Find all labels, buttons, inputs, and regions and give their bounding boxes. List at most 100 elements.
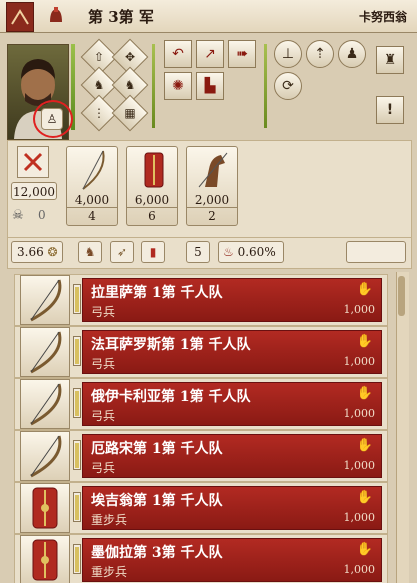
unit-type-count: 2: [208, 209, 216, 223]
scrollbar-thumb[interactable]: [398, 276, 405, 316]
total-men: 12,000: [11, 182, 57, 200]
unit-banner: 拉里萨第 1第 千人队 弓兵 ✋ 1,000: [82, 278, 382, 322]
unit-strength-bar: [73, 284, 81, 314]
unit-strength-bar: [73, 544, 81, 574]
unit-men: 1,000: [343, 511, 376, 524]
bow-icon: [82, 150, 105, 190]
unit-type: 弓兵: [91, 461, 116, 475]
skull-icon: ☠: [12, 208, 24, 223]
death-count: 0: [38, 208, 46, 222]
unit-row[interactable]: 厄路宋第 1第 千人队 弓兵 ✋ 1,000: [14, 430, 388, 482]
unit-banner: 墨伽拉第 3第 千人队 重步兵 ✋ 1,000: [82, 538, 382, 582]
unit-row[interactable]: 俄伊卡利亚第 1第 千人队 弓兵 ✋ 1,000: [14, 378, 388, 430]
shield-icon: [144, 152, 164, 188]
return-icon[interactable]: ↶: [164, 40, 192, 68]
unit-thumbnail: [20, 379, 70, 429]
buff-icon: ♨: [223, 245, 234, 259]
unit-type: 弓兵: [91, 409, 116, 423]
horse-filter-icon[interactable]: ♞: [78, 241, 102, 263]
unit-strength-bar: [73, 388, 81, 418]
unit-name: 墨伽拉第 3第 千人队: [91, 545, 223, 561]
unit-name: 拉里萨第 1第 千人队: [91, 285, 223, 301]
scrollbar[interactable]: [396, 272, 409, 583]
unit-men: 1,000: [343, 563, 376, 576]
shield-filter-icon[interactable]: ▮: [141, 241, 165, 263]
disband-button[interactable]: [17, 146, 49, 178]
run-icon[interactable]: ➠: [228, 40, 256, 68]
separator: [152, 44, 155, 128]
unit-thumbnail: [20, 535, 70, 583]
unit-men: 1,000: [343, 355, 376, 368]
unit-type-men: 2,000: [187, 193, 237, 208]
unit-type-count: 6: [148, 209, 156, 223]
hand-icon: ✋: [356, 438, 373, 453]
unit-type: 重步兵: [91, 513, 128, 527]
group-icon[interactable]: ♟: [338, 40, 366, 68]
general-name: 卡努西翁: [358, 10, 407, 24]
unit-strength-bar: [73, 336, 81, 366]
square-formation-icon[interactable]: ▦: [111, 94, 149, 132]
charge-icon[interactable]: ⇡: [306, 40, 334, 68]
alert-icon[interactable]: !: [376, 96, 404, 124]
unit-type-card-cavalry[interactable]: 2,000 2: [186, 146, 238, 226]
unit-thumbnail: [20, 327, 70, 377]
unit-men: 1,000: [343, 303, 376, 316]
horse-icon: [198, 152, 228, 188]
unit-type-card-archers[interactable]: 4,000 4: [66, 146, 118, 226]
unit-banner: 法耳萨罗斯第 1第 千人队 弓兵 ✋ 1,000: [82, 330, 382, 374]
shield-icon: [21, 539, 69, 583]
unit-type: 重步兵: [91, 565, 128, 579]
unit-strength-bar: [73, 440, 81, 470]
unit-banner: 埃吉翁第 1第 千人队 重步兵 ✋ 1,000: [82, 486, 382, 530]
hand-icon: ✋: [356, 282, 373, 297]
unit-count: 5: [186, 241, 210, 263]
chevron-up-icon: [11, 9, 29, 25]
unit-list[interactable]: 拉里萨第 1第 千人队 弓兵 ✋ 1,000 法耳萨罗斯第 1第 千人队 弓兵 ✋ 1,000…: [14, 272, 392, 583]
hand-icon: ✋: [356, 386, 373, 401]
unit-thumbnail: [20, 431, 70, 481]
unit-type: 弓兵: [91, 357, 116, 371]
unit-type-card-infantry[interactable]: 6,000 6: [126, 146, 178, 226]
helmet-icon: [46, 6, 66, 26]
unit-banner: 厄路宋第 1第 千人队 弓兵 ✋ 1,000: [82, 434, 382, 478]
starburst-icon[interactable]: ✺: [164, 72, 192, 100]
unit-row[interactable]: 墨伽拉第 3第 千人队 重步兵 ✋ 1,000: [14, 534, 388, 583]
unit-type-men: 6,000: [127, 193, 177, 208]
close-icon: [23, 152, 43, 172]
collapse-button[interactable]: [6, 2, 34, 32]
unit-name: 厄路宋第 1第 千人队: [91, 441, 223, 457]
bow-filter-icon[interactable]: ➶: [110, 241, 134, 263]
unit-men: 1,000: [343, 407, 376, 420]
unit-type-count: 4: [88, 209, 96, 223]
elephant-icon[interactable]: ♜: [376, 46, 404, 74]
unit-row[interactable]: 埃吉翁第 1第 千人队 重步兵 ✋ 1,000: [14, 482, 388, 534]
hand-icon: ✋: [356, 490, 373, 505]
unit-men: 1,000: [343, 459, 376, 472]
fortify-icon[interactable]: ▙: [196, 72, 224, 100]
halt-icon[interactable]: ⊥: [274, 40, 302, 68]
statue-icon[interactable]: ♙: [41, 108, 63, 130]
percent-value: 0.60%: [237, 245, 276, 259]
army-title: 第 3第 军: [88, 8, 154, 26]
cycle-icon[interactable]: ⟳: [274, 72, 302, 100]
hand-icon: ✋: [356, 542, 373, 557]
unit-name: 埃吉翁第 1第 千人队: [91, 493, 223, 509]
unit-thumbnail: [20, 483, 70, 533]
coin-bag-icon: ❂: [47, 245, 58, 259]
unit-name: 法耳萨罗斯第 1第 千人队: [91, 337, 251, 353]
separator: [264, 44, 267, 128]
unit-thumbnail: [20, 275, 70, 325]
hand-icon: ✋: [356, 334, 373, 349]
empty-slot: [346, 241, 406, 263]
unit-banner: 俄伊卡利亚第 1第 千人队 弓兵 ✋ 1,000: [82, 382, 382, 426]
unit-row[interactable]: 拉里萨第 1第 千人队 弓兵 ✋ 1,000: [14, 274, 388, 326]
percent-indicator: ♨ 0.60%: [218, 241, 284, 263]
unit-type-men: 4,000: [67, 193, 117, 208]
unit-type: 弓兵: [91, 305, 116, 319]
unit-strength-bar: [73, 492, 81, 522]
split-icon[interactable]: ↗: [196, 40, 224, 68]
unit-row[interactable]: 法耳萨罗斯第 1第 千人队 弓兵 ✋ 1,000: [14, 326, 388, 378]
supply-indicator: 3.66 ❂: [11, 241, 63, 263]
supply-value: 3.66: [17, 245, 44, 259]
unit-name: 俄伊卡利亚第 1第 千人队: [91, 389, 251, 405]
